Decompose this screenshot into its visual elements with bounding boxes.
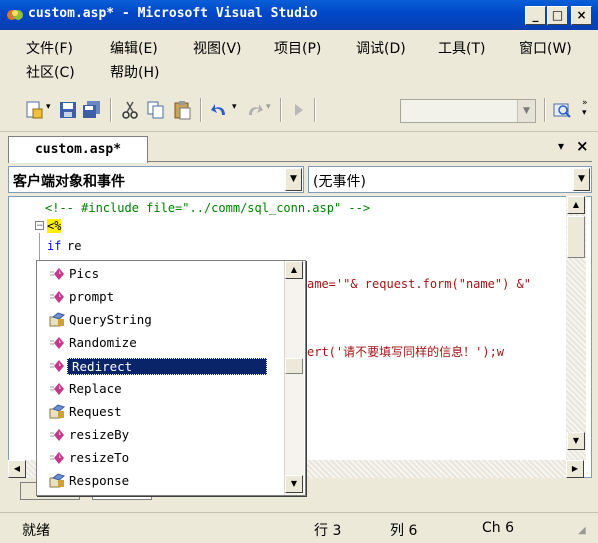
menu-project[interactable]: 项目(P)	[274, 38, 321, 58]
undo-dropdown-icon[interactable]: ▾	[232, 102, 237, 112]
client-objects-combo[interactable]: 客户端对象和事件 ▼	[8, 166, 304, 193]
paste-icon[interactable]	[172, 100, 192, 120]
menu-bar: 文件(F) 编辑(E) 视图(V) 项目(P) 调试(D) 工具(T) 窗口(W…	[0, 30, 598, 90]
completion-item[interactable]: Redirect	[43, 355, 283, 377]
copy-icon[interactable]	[146, 100, 166, 120]
chevron-down-icon[interactable]: ▼	[517, 100, 535, 122]
undo-icon[interactable]	[210, 100, 230, 120]
save-all-icon[interactable]	[82, 100, 102, 120]
completion-item[interactable]: Randomize	[43, 332, 283, 354]
find-in-files-icon[interactable]	[552, 100, 572, 120]
close-button[interactable]: ×	[571, 6, 592, 25]
completion-scroll-up-icon[interactable]: ▲	[285, 261, 303, 279]
completion-scroll-thumb[interactable]	[285, 358, 303, 374]
menu-file[interactable]: 文件(F)	[26, 38, 73, 58]
completion-item-label: Request	[69, 404, 122, 419]
title-bar: custom.asp* - Microsoft Visual Studio _ …	[0, 0, 598, 30]
property-icon	[49, 312, 65, 327]
chevron-down-icon[interactable]: ▼	[573, 168, 590, 191]
code-line-typing: re	[67, 239, 82, 253]
tab-list-dropdown-icon[interactable]: ▾	[558, 139, 564, 153]
completion-item-label: prompt	[69, 289, 115, 304]
scroll-up-icon[interactable]: ▲	[567, 196, 585, 214]
chevron-down-icon[interactable]: ▼	[285, 168, 302, 191]
menu-view[interactable]: 视图(V)	[193, 38, 242, 58]
scroll-left-icon[interactable]: ◀	[8, 460, 26, 478]
redo-dropdown-icon[interactable]: ▾	[266, 102, 271, 112]
scroll-down-icon[interactable]: ▼	[567, 432, 585, 450]
resize-grip-icon[interactable]: ◢	[578, 525, 586, 536]
cut-icon[interactable]	[120, 100, 140, 120]
collapse-toggle-icon[interactable]: −	[35, 221, 44, 231]
completion-item-label: Redirect	[67, 358, 267, 375]
method-icon	[50, 429, 64, 441]
redo-icon[interactable]	[244, 100, 264, 120]
method-icon	[50, 337, 64, 349]
code-keyword-if: if	[47, 239, 62, 253]
completion-item-label: Randomize	[69, 335, 137, 350]
completion-item[interactable]: Response	[43, 470, 283, 492]
completion-item-label: QueryString	[69, 312, 152, 327]
window-title: custom.asp* - Microsoft Visual Studio	[28, 6, 318, 21]
scroll-right-icon[interactable]: ▶	[566, 460, 584, 478]
completion-item-label: resizeTo	[69, 450, 130, 465]
method-icon	[50, 452, 64, 464]
tab-custom-asp[interactable]: custom.asp*	[8, 136, 148, 163]
code-line-request: ame='"& request.form("name") &"	[307, 277, 531, 291]
property-icon	[49, 404, 65, 419]
completion-item[interactable]: QueryString	[43, 309, 283, 331]
property-icon	[49, 473, 65, 488]
completion-item-label: Pics	[69, 266, 100, 281]
method-icon	[50, 360, 64, 372]
events-value: (无事件)	[313, 174, 366, 190]
menu-debug[interactable]: 调试(D)	[356, 38, 406, 58]
menu-window[interactable]: 窗口(W)	[519, 38, 572, 58]
completion-scroll-down-icon[interactable]: ▼	[285, 475, 303, 493]
status-line: 行 3	[314, 523, 342, 539]
completion-item[interactable]: Request	[43, 401, 283, 423]
completion-item-label: Response	[69, 473, 130, 488]
menu-help[interactable]: 帮助(H)	[110, 62, 159, 82]
minimize-button[interactable]: _	[525, 6, 546, 25]
status-column: 列 6	[390, 523, 418, 539]
close-tab-icon[interactable]: ×	[576, 137, 589, 155]
save-icon[interactable]	[58, 100, 78, 120]
new-dropdown-icon[interactable]: ▾	[46, 102, 51, 112]
completion-scrollbar[interactable]: ▲ ▼	[284, 261, 304, 495]
menu-edit[interactable]: 编辑(E)	[110, 38, 158, 58]
visual-studio-logo-icon	[7, 10, 23, 20]
status-ready: 就绪	[22, 523, 50, 539]
maximize-button[interactable]: □	[547, 6, 568, 25]
status-bar: 就绪 行 3 列 6 Ch 6 ◢	[0, 512, 598, 543]
solution-configuration-combo[interactable]: ▼	[400, 99, 536, 123]
editor-vertical-scroll-thumb[interactable]	[567, 216, 585, 258]
method-icon	[50, 383, 64, 395]
events-combo[interactable]: (无事件) ▼	[308, 166, 592, 193]
method-icon	[50, 268, 64, 280]
completion-item[interactable]: prompt	[43, 286, 283, 308]
completion-item[interactable]: Pics	[43, 263, 283, 285]
completion-item[interactable]: resizeBy	[43, 424, 283, 446]
method-icon	[50, 291, 64, 303]
code-line-alert: ert('请不要填写同样的信息！');w	[307, 345, 505, 359]
intellisense-completion-list[interactable]: Pics prompt QueryString Randomize Redirect Re…	[36, 260, 306, 496]
menu-community[interactable]: 社区(C)	[26, 62, 75, 82]
toolbar-overflow-icon[interactable]: » ▾	[582, 98, 588, 118]
completion-item-label: resizeBy	[69, 427, 130, 442]
status-char: Ch 6	[482, 520, 515, 536]
completion-item[interactable]: Replace	[43, 378, 283, 400]
new-project-icon[interactable]	[24, 100, 44, 120]
code-line-include: <!-- #include file="../comm/sql_conn.asp…	[45, 201, 371, 215]
code-line-asp-open: <%	[47, 219, 62, 233]
start-debugging-icon[interactable]	[288, 100, 308, 120]
standard-toolbar: ▾ ▾ ▾ ▼ » ▾	[0, 90, 598, 132]
completion-item[interactable]: resizeTo	[43, 447, 283, 469]
completion-item-label: Replace	[69, 381, 122, 396]
menu-tools[interactable]: 工具(T)	[438, 38, 485, 58]
client-objects-value: 客户端对象和事件	[13, 174, 125, 190]
